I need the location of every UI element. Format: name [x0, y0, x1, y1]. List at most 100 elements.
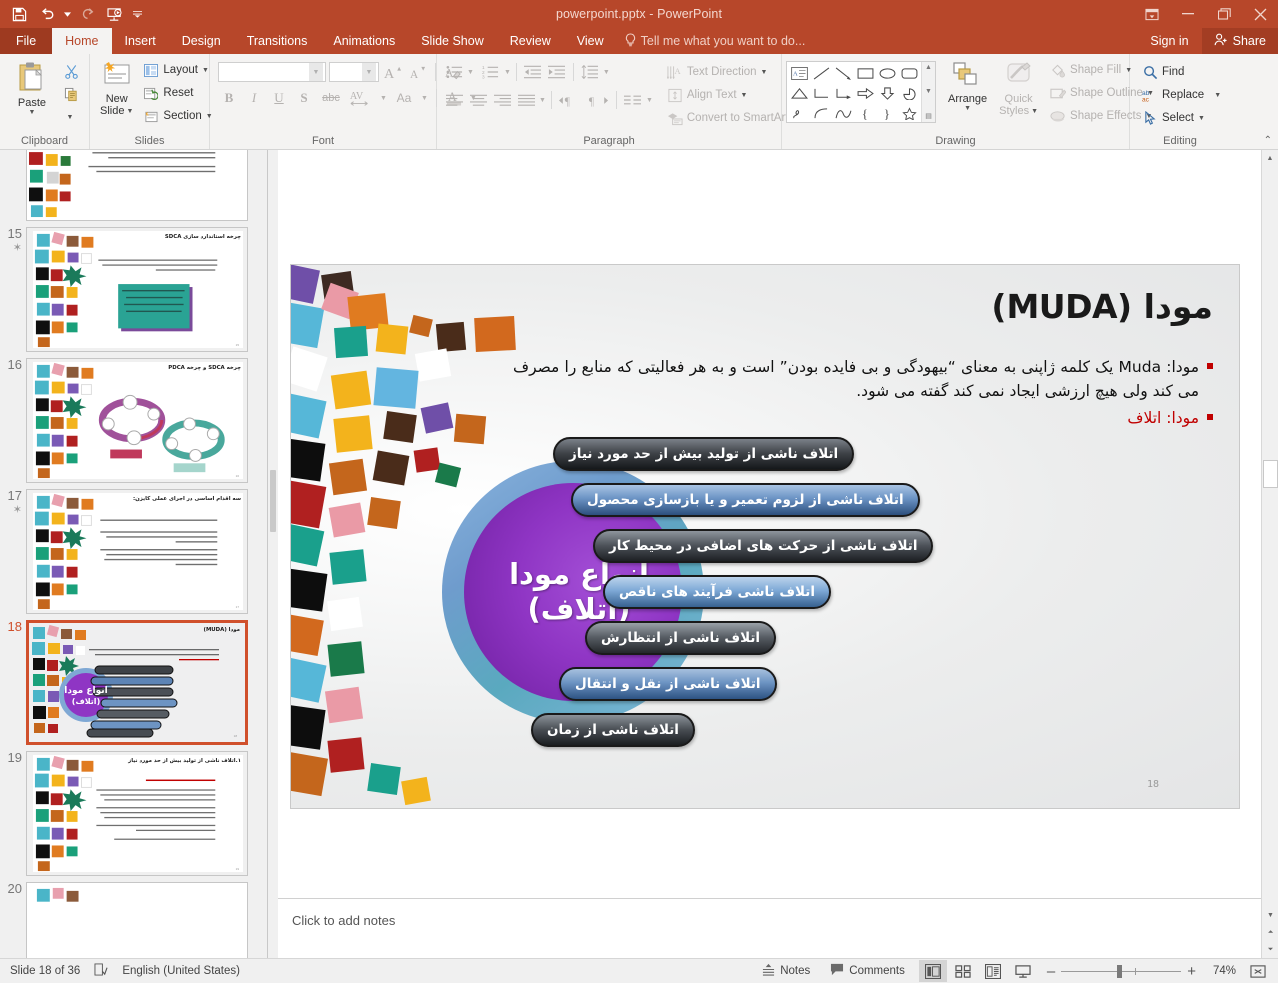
- notes-button[interactable]: Notes: [752, 959, 820, 984]
- tab-review[interactable]: Review: [497, 28, 564, 54]
- slide-sorter-button[interactable]: [949, 960, 977, 982]
- gallery-scroll-down-icon[interactable]: ▼: [925, 88, 932, 95]
- thumbnail-slide-19[interactable]: ۱.اتلاف ناشی از تولید بیش از حد مورد نیا…: [26, 751, 248, 876]
- slide-canvas-area[interactable]: مودا (MUDA) مودا: Muda یک کلمه ژاپنی به …: [278, 150, 1261, 958]
- shape-elbow-arrow-icon[interactable]: [832, 83, 854, 103]
- zoom-out-button[interactable]: –: [1047, 963, 1055, 980]
- strikethrough-button[interactable]: abc: [318, 87, 344, 109]
- align-right-icon[interactable]: [491, 89, 513, 111]
- zoom-track[interactable]: [1061, 964, 1182, 978]
- arrange-button[interactable]: Arrange ▼: [942, 59, 993, 114]
- change-case-caret-icon[interactable]: ▼: [419, 95, 430, 102]
- quick-styles-button[interactable]: Quick Styles ▼: [993, 59, 1044, 119]
- thumbnail-row[interactable]: 14: [0, 150, 252, 221]
- tab-transitions[interactable]: Transitions: [234, 28, 321, 54]
- thumbnail-slide-14[interactable]: [26, 150, 248, 221]
- panel-splitter[interactable]: [268, 150, 278, 958]
- scrollbar-thumb[interactable]: [1263, 460, 1278, 488]
- find-button[interactable]: Find: [1138, 61, 1225, 83]
- shape-right-brace-icon[interactable]: }: [876, 103, 898, 123]
- normal-view-button[interactable]: [918, 960, 947, 982]
- decrease-indent-icon[interactable]: [522, 61, 544, 83]
- comments-button[interactable]: Comments: [820, 959, 915, 984]
- shape-star-icon[interactable]: [898, 103, 920, 123]
- current-slide[interactable]: مودا (MUDA) مودا: Muda یک کلمه ژاپنی به …: [291, 265, 1239, 808]
- tab-home[interactable]: Home: [52, 28, 112, 54]
- replace-button[interactable]: ab ac Replace ▼: [1138, 84, 1225, 106]
- slide-title[interactable]: مودا (MUDA): [991, 287, 1213, 326]
- shape-triangle-icon[interactable]: [788, 83, 810, 103]
- zoom-percentage[interactable]: 74%: [1202, 965, 1236, 977]
- previous-slide-icon[interactable]: ⏶: [1262, 924, 1278, 941]
- slide-indicator[interactable]: Slide 18 of 36: [10, 965, 80, 977]
- shape-rounded-rectangle-icon[interactable]: [898, 63, 920, 83]
- thumbnail-slide-15[interactable]: چرخه استاندارد سازی SDCA 15: [26, 227, 248, 352]
- increase-font-size-icon[interactable]: A: [382, 61, 404, 83]
- line-spacing-icon[interactable]: [579, 61, 601, 83]
- thumbnail-row[interactable]: 17 ✶ سه اقدام اساسی در اجرای عملی کایزن:…: [0, 483, 252, 614]
- thumbnail-row[interactable]: 15 ✶ چرخه استاندارد سازی SDCA 15: [0, 221, 252, 352]
- shape-curve-icon[interactable]: [810, 103, 832, 123]
- reset-button[interactable]: Reset: [139, 82, 216, 104]
- shapes-gallery-scrollbar[interactable]: ▲ ▼ ▤: [921, 62, 935, 122]
- shape-textbox-icon[interactable]: A: [788, 63, 810, 83]
- copy-dropdown-icon[interactable]: ▼: [59, 107, 81, 128]
- decrease-font-size-icon[interactable]: A: [407, 61, 429, 83]
- thumbnail-row[interactable]: 19 ۱.اتلاف ناشی از تولید بیش از حد مورد …: [0, 745, 252, 876]
- zoom-in-button[interactable]: +: [1187, 963, 1196, 980]
- layout-caret-icon[interactable]: ▼: [202, 67, 209, 74]
- thumbnail-slide-20[interactable]: [26, 882, 248, 958]
- next-slide-icon[interactable]: ⏷: [1262, 941, 1278, 958]
- sign-in-link[interactable]: Sign in: [1137, 34, 1201, 48]
- numbering-icon[interactable]: 123: [480, 61, 502, 83]
- shape-line-icon[interactable]: [810, 63, 832, 83]
- slide-show-button[interactable]: [1009, 960, 1037, 982]
- change-case-button[interactable]: Aa: [392, 87, 416, 109]
- slide-thumbnail-panel[interactable]: 14: [0, 150, 268, 958]
- shape-pie-icon[interactable]: [898, 83, 920, 103]
- new-slide-button[interactable]: New Slide ▼: [94, 59, 139, 119]
- notes-placeholder[interactable]: Click to add notes: [278, 899, 1261, 928]
- copy-icon[interactable]: [60, 84, 82, 105]
- notes-pane[interactable]: Click to add notes: [278, 898, 1261, 958]
- select-button[interactable]: Select ▼: [1138, 107, 1225, 129]
- shape-arc-icon[interactable]: [832, 103, 854, 123]
- tab-view[interactable]: View: [564, 28, 617, 54]
- arrange-caret-icon[interactable]: ▼: [964, 105, 971, 112]
- justify-icon[interactable]: [515, 89, 537, 111]
- bold-button[interactable]: B: [218, 87, 240, 109]
- scroll-up-icon[interactable]: ▲: [1262, 150, 1278, 167]
- font-name-dropdown-icon[interactable]: ▼: [309, 63, 323, 81]
- align-left-icon[interactable]: [443, 89, 465, 111]
- shape-arrow-icon[interactable]: [832, 63, 854, 83]
- ltr-text-direction-icon[interactable]: ¶: [557, 89, 583, 111]
- thumbnail-row[interactable]: 16 چرخه SDCA و چرخه PDCA 16: [0, 352, 252, 483]
- spell-check-icon[interactable]: [94, 963, 108, 979]
- columns-icon[interactable]: [622, 89, 644, 111]
- thumbnail-slide-18[interactable]: انواع مودا (اتلاف) مودا (MUDA) 18: [26, 620, 248, 745]
- splitter-grip[interactable]: [270, 470, 276, 532]
- shapes-gallery[interactable]: A { } ▲ ▼ ▤: [786, 61, 936, 123]
- waste-pill-3[interactable]: اتلاف ناشی از حرکت های اضافی در محیط کار: [593, 529, 934, 563]
- underline-button[interactable]: U: [268, 87, 290, 109]
- shape-scribble-icon[interactable]: [788, 103, 810, 123]
- slide-scrollbar[interactable]: ▲ ▼ ⏶ ⏷: [1261, 150, 1278, 958]
- shape-elbow-connector-icon[interactable]: [810, 83, 832, 103]
- share-button[interactable]: Share: [1201, 28, 1278, 54]
- character-spacing-caret-icon[interactable]: ▼: [378, 95, 389, 102]
- text-shadow-button[interactable]: S: [293, 87, 315, 109]
- tab-design[interactable]: Design: [169, 28, 234, 54]
- paste-button[interactable]: Paste ▼: [4, 59, 60, 118]
- italic-button[interactable]: I: [243, 87, 265, 109]
- align-center-icon[interactable]: [467, 89, 489, 111]
- waste-pill-5[interactable]: اتلاف ناشی از انتظارش: [585, 621, 777, 655]
- tab-file[interactable]: File: [0, 28, 53, 54]
- shape-rectangle-icon[interactable]: [854, 63, 876, 83]
- waste-pill-2[interactable]: اتلاف ناشی از لزوم تعمیر و یا بازسازی مح…: [571, 483, 920, 517]
- character-spacing-icon[interactable]: AV: [347, 87, 375, 109]
- new-slide-caret-icon[interactable]: ▼: [126, 108, 133, 115]
- waste-pill-4[interactable]: اتلاف ناشی فرآیند های ناقص: [603, 575, 831, 609]
- thumbnail-row[interactable]: 20: [0, 876, 252, 958]
- shape-down-arrow-icon[interactable]: [876, 83, 898, 103]
- scroll-down-icon[interactable]: ▼: [1262, 907, 1278, 924]
